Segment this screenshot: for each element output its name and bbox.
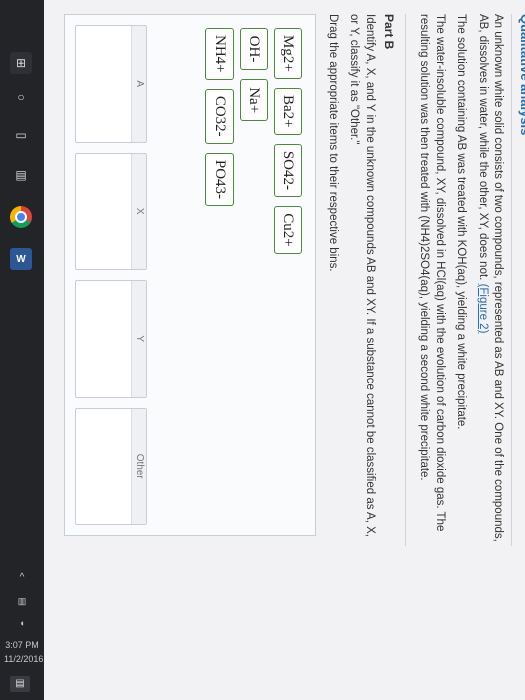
koh-paragraph: The solution containing AB was treated w…	[455, 14, 468, 430]
chip-co3-2minus[interactable]: CO32-	[205, 88, 234, 144]
tray-up-arrow-icon[interactable]: ^	[4, 572, 40, 583]
section-title: Qualitative analysis	[511, 14, 525, 546]
hcl-paragraph: The water-insoluble compound, XY, dissol…	[418, 14, 446, 532]
intro-paragraph: An unknown white solid consists of two c…	[474, 14, 505, 546]
question-content: Qualitative analysis An unknown white so…	[64, 0, 525, 560]
drag-instructions: Drag the appropriate items to their resp…	[326, 14, 339, 272]
network-icon[interactable]: ▥	[4, 596, 40, 607]
browser-page: Qualitative analysis An unknown white so…	[44, 0, 525, 700]
chip-so4-2minus[interactable]: SO42-	[273, 143, 303, 197]
chip-po4-3minus[interactable]: PO43-	[205, 152, 234, 207]
taskbar: ⊞ ○ ▭ ▤ W ^ ▥ ◖ 3:07 PM 11/2/2016 ▤	[0, 0, 44, 700]
clock-date[interactable]: 11/2/2016	[4, 654, 43, 664]
file-explorer-icon[interactable]: ▤	[10, 164, 32, 186]
task-view-icon[interactable]: ▭	[10, 124, 32, 146]
word-icon[interactable]: W	[10, 248, 32, 270]
chip-nh4-plus[interactable]: NH4+	[205, 28, 234, 80]
chrome-icon[interactable]	[10, 206, 32, 228]
search-icon[interactable]: ○	[10, 86, 32, 108]
bin-x-label: X	[131, 153, 147, 269]
bin-x[interactable]: X	[75, 152, 148, 270]
notification-icon[interactable]: ▤	[10, 676, 30, 692]
clock-time[interactable]: 3:07 PM	[4, 640, 40, 650]
part-b-title: Part B	[381, 14, 396, 50]
chip-cu2plus[interactable]: Cu2+	[273, 206, 303, 254]
windows-start-icon[interactable]: ⊞	[10, 52, 32, 74]
volume-icon[interactable]: ◖	[4, 618, 40, 628]
chip-palette: Mg2+ Ba2+ SO42- Cu2+ OH- Na+ NH4+ CO32- …	[202, 25, 305, 305]
part-b-instructions: Identify A, X, and Y in the unknown comp…	[348, 14, 376, 537]
chip-na-plus[interactable]: Na+	[239, 79, 268, 122]
bin-y[interactable]: Y	[75, 280, 148, 398]
figure-link[interactable]: (Figure 2)	[477, 284, 489, 334]
drag-drop-workspace: Mg2+ Ba2+ SO42- Cu2+ OH- Na+ NH4+ CO32- …	[64, 14, 317, 536]
chip-oh-minus[interactable]: OH-	[239, 28, 268, 70]
divider	[404, 14, 406, 546]
bins-row: A X Y Other	[75, 25, 148, 525]
bin-a[interactable]: A	[75, 25, 148, 143]
chip-ba2plus[interactable]: Ba2+	[273, 88, 303, 135]
chip-mg2plus[interactable]: Mg2+	[273, 28, 303, 79]
bin-a-label: A	[131, 26, 147, 142]
bin-other-label: Other	[131, 408, 147, 524]
intro-text: An unknown white solid consists of two c…	[476, 14, 505, 542]
bin-y-label: Y	[131, 281, 147, 397]
bin-other[interactable]: Other	[75, 407, 148, 525]
